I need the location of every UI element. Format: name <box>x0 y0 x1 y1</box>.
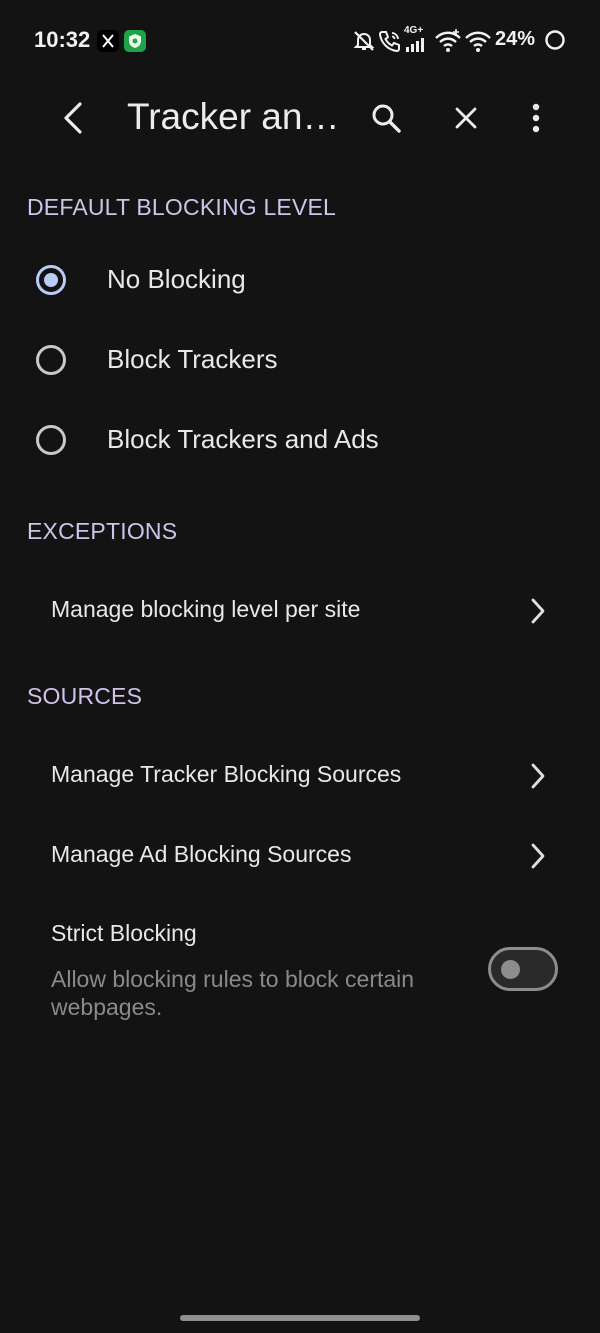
close-button[interactable] <box>438 82 494 154</box>
radio-selected-icon <box>36 265 66 295</box>
strict-blocking-description: Allow blocking rules to block certain we… <box>51 966 415 1020</box>
sources-header: SOURCES <box>27 683 143 709</box>
strict-blocking-title: Strict Blocking <box>51 920 197 946</box>
signal-icon: 4G+ <box>404 25 432 54</box>
chevron-right-icon <box>531 598 545 624</box>
back-button[interactable] <box>45 82 101 154</box>
chevron-right-icon <box>531 763 545 789</box>
strict-blocking-toggle[interactable] <box>488 947 558 991</box>
radio-label: Block Trackers <box>107 344 278 374</box>
network-type-label: 4G+ <box>404 25 424 36</box>
back-arrow-icon <box>64 102 82 134</box>
overflow-menu-button[interactable] <box>508 82 564 154</box>
wifi-calling-icon <box>378 31 400 53</box>
battery-level: 24% <box>495 28 536 50</box>
hotspot-icon <box>435 29 461 52</box>
radio-option-no-blocking[interactable]: No Blocking <box>0 242 600 322</box>
home-indicator[interactable] <box>180 1315 420 1321</box>
chevron-right-icon <box>531 843 545 869</box>
default-blocking-header: DEFAULT BLOCKING LEVEL <box>27 194 337 220</box>
radio-option-block-trackers-and-ads[interactable]: Block Trackers and Ads <box>0 402 600 482</box>
manage-per-site-item[interactable]: Manage blocking level per site <box>0 570 600 650</box>
nav-item-label: Manage Ad Blocking Sources <box>51 841 352 867</box>
manage-tracker-sources-item[interactable]: Manage Tracker Blocking Sources <box>0 735 600 815</box>
status-time: 10:32 <box>34 27 91 52</box>
status-bar: 10:32 4G+ 24% <box>0 0 600 82</box>
radio-label: No Blocking <box>107 264 246 294</box>
mute-icon <box>353 31 375 51</box>
overflow-menu-icon <box>532 103 540 133</box>
wifi-icon <box>465 31 491 52</box>
search-button[interactable] <box>358 82 414 154</box>
x-app-icon <box>97 30 119 52</box>
exceptions-header: EXCEPTIONS <box>27 518 178 544</box>
app-bar: Tracker an… <box>0 82 600 154</box>
battery-ring-icon <box>545 30 565 50</box>
radio-option-block-trackers[interactable]: Block Trackers <box>0 322 600 402</box>
radio-unselected-icon <box>36 345 66 375</box>
toggle-knob <box>501 960 520 979</box>
nav-item-label: Manage blocking level per site <box>51 596 361 622</box>
radio-label: Block Trackers and Ads <box>107 424 379 454</box>
page-title: Tracker an… <box>127 96 339 137</box>
search-icon <box>372 104 401 133</box>
radio-unselected-icon <box>36 425 66 455</box>
close-icon <box>455 107 477 129</box>
manage-ad-sources-item[interactable]: Manage Ad Blocking Sources <box>0 815 600 895</box>
shield-app-icon <box>124 30 146 52</box>
nav-item-label: Manage Tracker Blocking Sources <box>51 761 402 787</box>
